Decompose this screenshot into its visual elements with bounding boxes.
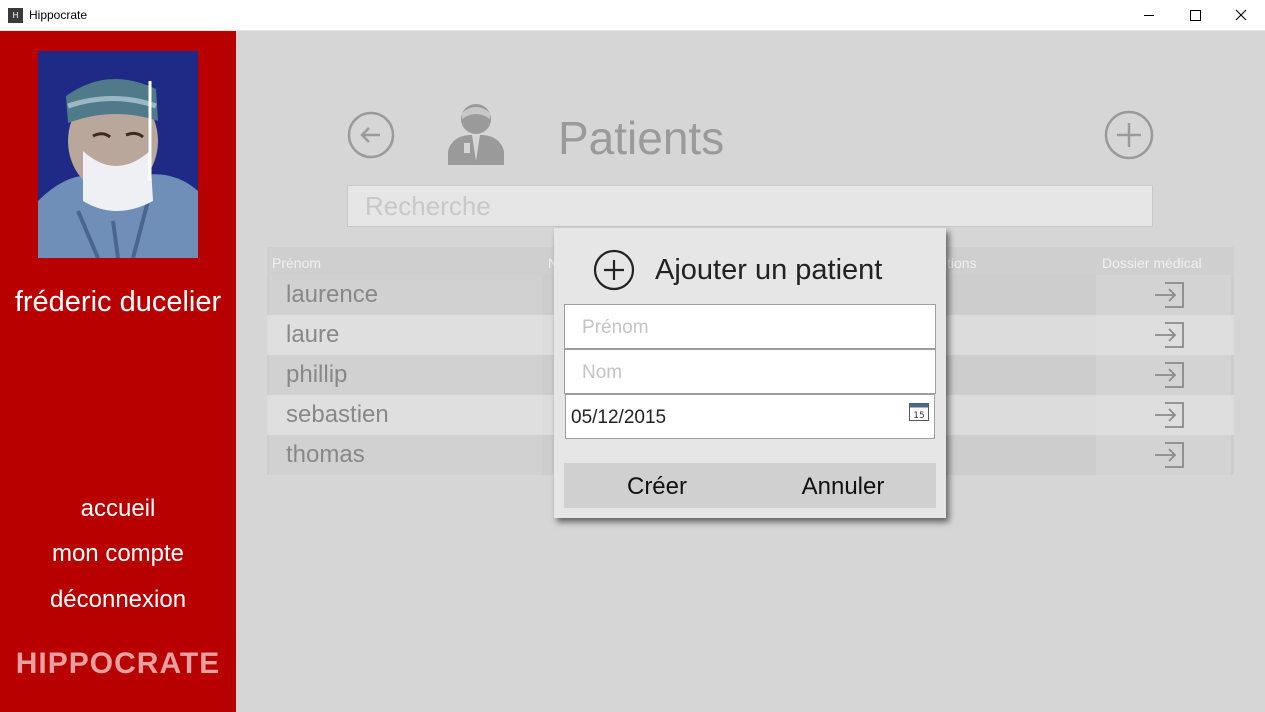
- enter-icon: [1155, 362, 1184, 388]
- nom-field[interactable]: Nom: [564, 349, 936, 394]
- plus-circle-icon: [1104, 110, 1154, 160]
- calendar-day: 15: [913, 411, 924, 421]
- open-dossier-button[interactable]: [1096, 435, 1231, 475]
- enter-icon: [1155, 402, 1184, 428]
- open-dossier-button[interactable]: [1096, 315, 1231, 355]
- close-button[interactable]: [1218, 0, 1264, 31]
- nav-mon-compte[interactable]: mon compte: [0, 540, 236, 568]
- brand-logo: HIPPOCRATE: [15, 647, 221, 680]
- title-bar: H Hippocrate: [0, 0, 1265, 31]
- nav-deconnexion[interactable]: déconnexion: [0, 586, 236, 614]
- enter-icon: [1155, 442, 1184, 468]
- birthdate-picker[interactable]: 05/12/2015 15: [565, 394, 935, 439]
- nav-accueil[interactable]: accueil: [0, 495, 236, 523]
- header-prenom: Prénom: [272, 255, 322, 271]
- dialog-title: Ajouter un patient: [655, 254, 883, 286]
- page-title: Patients: [558, 112, 725, 164]
- cell-prenom: thomas: [269, 435, 542, 475]
- back-button[interactable]: [347, 111, 395, 159]
- header-observations: tions: [947, 255, 977, 271]
- date-value: 05/12/2015: [571, 407, 667, 428]
- plus-circle-icon: [593, 249, 635, 291]
- cell-prenom: sebastien: [269, 395, 542, 435]
- maximize-button[interactable]: [1172, 0, 1218, 31]
- cancel-button[interactable]: Annuler: [750, 463, 936, 508]
- patient-icon: [448, 104, 504, 165]
- prenom-field[interactable]: Prénom: [564, 304, 936, 349]
- search-input[interactable]: Recherche: [347, 185, 1153, 227]
- enter-icon: [1155, 322, 1184, 348]
- cell-prenom: laurence: [269, 275, 542, 315]
- back-arrow-icon: [347, 111, 395, 159]
- sidebar: fréderic ducelier accueil mon compte déc…: [0, 31, 236, 712]
- add-patient-button[interactable]: [1104, 110, 1154, 160]
- window-title: Hippocrate: [29, 8, 88, 22]
- create-button[interactable]: Créer: [564, 463, 750, 508]
- minimize-button[interactable]: [1126, 0, 1172, 31]
- open-dossier-button[interactable]: [1096, 355, 1231, 395]
- enter-icon: [1155, 282, 1184, 308]
- avatar: [38, 51, 198, 258]
- add-patient-dialog: Ajouter un patient Prénom Nom 05/12/2015…: [554, 228, 946, 518]
- header-dossier-medical: Dossier médical: [1102, 255, 1202, 271]
- calendar-icon[interactable]: 15: [909, 403, 929, 421]
- cell-prenom: laure: [269, 315, 542, 355]
- cell-prenom: phillip: [269, 355, 542, 395]
- open-dossier-button[interactable]: [1096, 275, 1231, 315]
- maximize-icon: [1190, 10, 1201, 21]
- dialog-buttons: Créer Annuler: [564, 463, 936, 508]
- app-icon: H: [8, 8, 23, 23]
- user-name: fréderic ducelier: [14, 286, 222, 318]
- open-dossier-button[interactable]: [1096, 395, 1231, 435]
- minimize-icon: [1144, 15, 1154, 16]
- close-icon: [1235, 9, 1247, 21]
